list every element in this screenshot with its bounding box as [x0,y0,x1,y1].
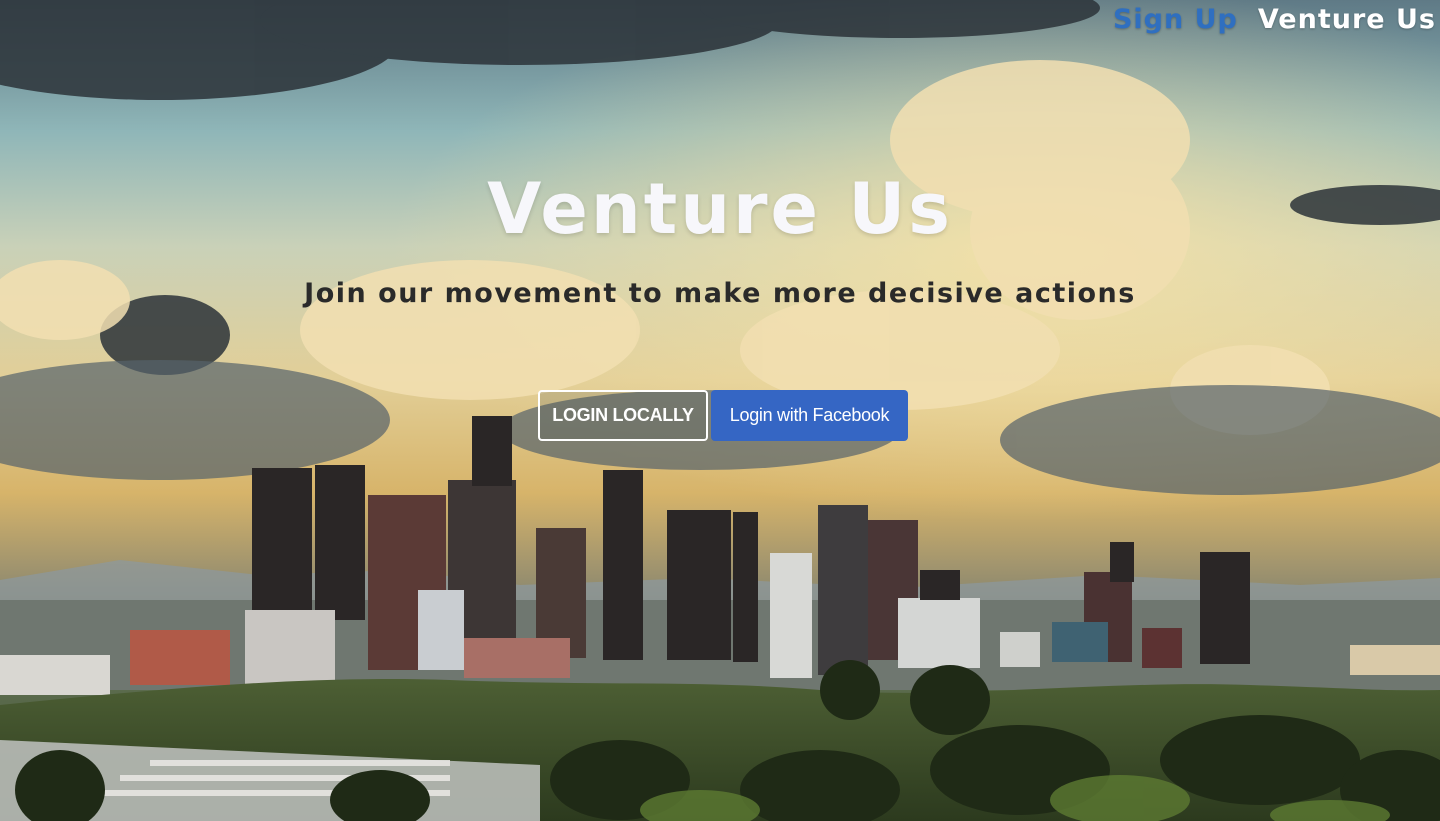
hero-subtitle: Join our movement to make more decisive … [304,278,1136,309]
login-locally-button[interactable]: LOGIN LOCALLY [538,390,708,441]
signup-link[interactable]: Sign Up [1113,4,1238,35]
brand-link[interactable]: Venture Us [1258,4,1436,35]
hero-title: Venture Us [487,168,953,250]
top-nav: Sign Up Venture Us [1113,4,1436,35]
login-actions: LOGIN LOCALLY Login with Facebook [538,390,908,441]
login-facebook-button[interactable]: Login with Facebook [711,390,908,441]
landing-page: Sign Up Venture Us Venture Us Join our m… [0,0,1440,821]
